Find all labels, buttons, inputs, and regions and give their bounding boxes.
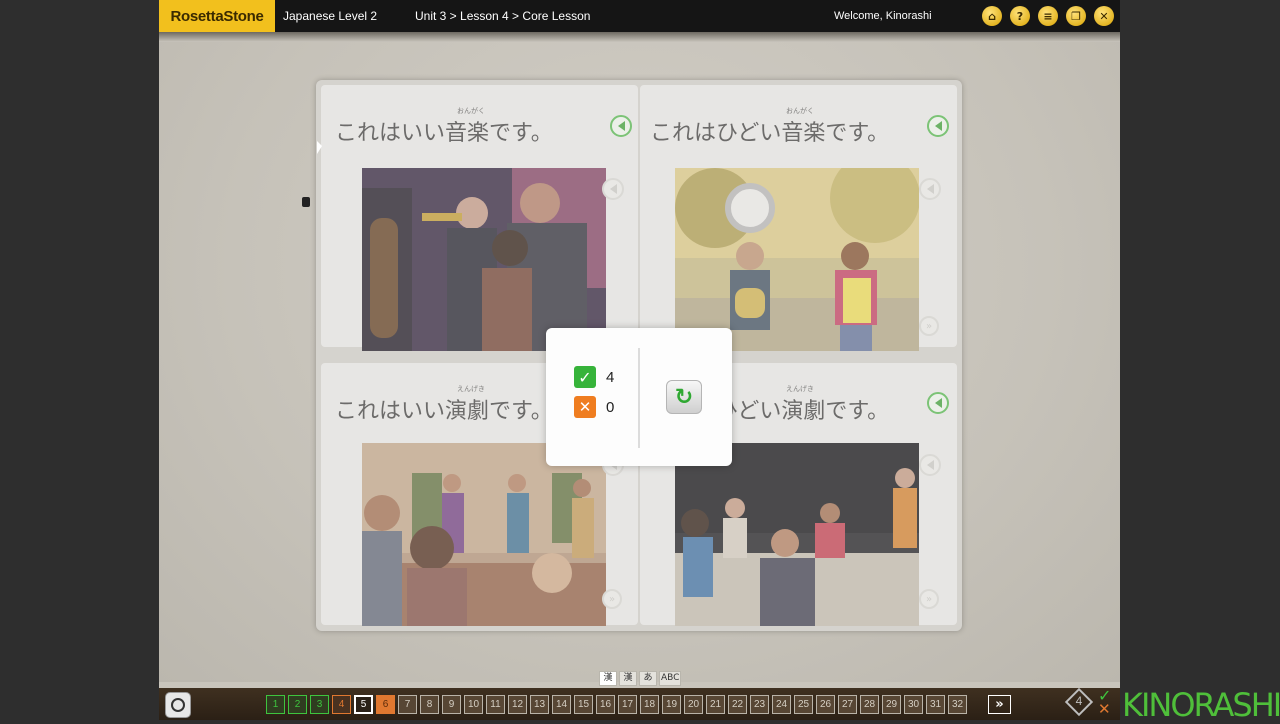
- screen-page-17[interactable]: 17: [618, 695, 637, 714]
- screen-page-1[interactable]: 1: [266, 695, 285, 714]
- breadcrumb: Unit 3 > Lesson 4 > Core Lesson: [415, 9, 591, 23]
- script-kana-button[interactable]: あ: [639, 671, 657, 686]
- next-screen-button[interactable]: »: [988, 695, 1011, 714]
- card-sentence: これはいい音楽です。: [335, 121, 553, 146]
- screen-page-8[interactable]: 8: [420, 695, 439, 714]
- incorrect-count: 0: [606, 399, 615, 416]
- screen-page-15[interactable]: 15: [574, 695, 593, 714]
- screen-page-24[interactable]: 24: [772, 695, 791, 714]
- refresh-icon: ↻: [674, 384, 694, 410]
- hand-cursor-icon: [302, 197, 310, 207]
- answer-card-2[interactable]: おんがく これはひどい音楽です。 »: [640, 85, 957, 351]
- x-icon: ✕: [1098, 700, 1111, 718]
- speaker-icon[interactable]: [602, 178, 624, 200]
- script-kanji-furigana-button[interactable]: 漢: [599, 671, 617, 686]
- dialog-divider: [638, 348, 640, 448]
- theater-bad-photo: [675, 443, 919, 626]
- course-title: Japanese Level 2: [283, 9, 378, 23]
- screen-page-4[interactable]: 4: [332, 695, 351, 714]
- brand-watermark: KINORASHI: [1122, 686, 1280, 724]
- retry-button[interactable]: ↻: [666, 380, 702, 414]
- top-bar: RosettaStone Japanese Level 2 Unit 3 > L…: [159, 0, 1120, 32]
- speaker-icon[interactable]: [610, 115, 632, 137]
- answer-card-1[interactable]: おんがく これはいい音楽です。: [321, 85, 638, 351]
- result-dialog: ✓ 4 ✕ 0 ↻: [546, 328, 732, 466]
- screen-page-19[interactable]: 19: [662, 695, 681, 714]
- screen-page-14[interactable]: 14: [552, 695, 571, 714]
- screen-page-5[interactable]: 5: [354, 695, 373, 714]
- screen-page-27[interactable]: 27: [838, 695, 857, 714]
- script-selector: 漢 漢 あ ABC: [599, 671, 682, 687]
- score-badge: 4: [1075, 694, 1083, 708]
- app-window: RosettaStone Japanese Level 2 Unit 3 > L…: [159, 0, 1120, 720]
- help-icon[interactable]: ?: [1010, 6, 1030, 26]
- next-arrow-icon[interactable]: »: [919, 589, 939, 609]
- screen-page-10[interactable]: 10: [464, 695, 483, 714]
- screen-page-20[interactable]: 20: [684, 695, 703, 714]
- screen-page-31[interactable]: 31: [926, 695, 945, 714]
- screen-navigator: 1 2 3 4 5 6 7 8 9 10 11 12 13 14 15 16 17 18 19 20 21 22 23 24 2…: [266, 695, 967, 714]
- screen-page-22[interactable]: 22: [728, 695, 747, 714]
- script-kanji-button[interactable]: 漢: [619, 671, 637, 686]
- screen-page-28[interactable]: 28: [860, 695, 879, 714]
- speaker-icon[interactable]: [927, 392, 949, 414]
- next-arrow-icon[interactable]: »: [919, 316, 939, 336]
- screen-page-13[interactable]: 13: [530, 695, 549, 714]
- screen-page-23[interactable]: 23: [750, 695, 769, 714]
- correct-count: 4: [606, 369, 615, 386]
- screen-page-3[interactable]: 3: [310, 695, 329, 714]
- menu-list-icon[interactable]: ≡: [1038, 6, 1058, 26]
- close-icon[interactable]: ✕: [1094, 6, 1114, 26]
- screen-page-29[interactable]: 29: [882, 695, 901, 714]
- correct-check-icon: ✓: [574, 366, 596, 388]
- welcome-text: Welcome, Kinorashi: [834, 10, 932, 22]
- screen-page-12[interactable]: 12: [508, 695, 527, 714]
- screen-page-11[interactable]: 11: [486, 695, 505, 714]
- bottom-bar: 1 2 3 4 5 6 7 8 9 10 11 12 13 14 15 16 17 18 19 20 21 22 23 24 2…: [159, 688, 1120, 720]
- card-sentence: これはひどい音楽です。: [650, 121, 890, 146]
- home-icon[interactable]: ⌂: [982, 6, 1002, 26]
- speaker-icon[interactable]: [919, 454, 941, 476]
- header-divider: [159, 32, 1120, 42]
- next-arrow-icon[interactable]: »: [602, 589, 622, 609]
- screen-page-9[interactable]: 9: [442, 695, 461, 714]
- card-sentence: これはいい演劇です。: [335, 399, 553, 424]
- screen-page-32[interactable]: 32: [948, 695, 967, 714]
- screen-page-16[interactable]: 16: [596, 695, 615, 714]
- incorrect-x-icon: ✕: [574, 396, 596, 418]
- screen-page-7[interactable]: 7: [398, 695, 417, 714]
- screen-page-18[interactable]: 18: [640, 695, 659, 714]
- zoom-magnifier-icon[interactable]: [165, 692, 191, 718]
- screen-page-2[interactable]: 2: [288, 695, 307, 714]
- screen-page-25[interactable]: 25: [794, 695, 813, 714]
- speaker-icon[interactable]: [927, 115, 949, 137]
- theater-good-photo: [362, 443, 606, 626]
- speaker-icon[interactable]: [919, 178, 941, 200]
- window-icon[interactable]: ❐: [1066, 6, 1086, 26]
- rosetta-stone-logo: RosettaStone: [159, 0, 275, 32]
- music-bad-photo: [675, 168, 919, 351]
- mouse-pointer-icon: [317, 141, 322, 154]
- screen-page-30[interactable]: 30: [904, 695, 923, 714]
- screen-page-21[interactable]: 21: [706, 695, 725, 714]
- script-romaji-button[interactable]: ABC: [659, 671, 682, 686]
- screen-page-26[interactable]: 26: [816, 695, 835, 714]
- screen-page-6[interactable]: 6: [376, 695, 395, 714]
- music-good-photo: [362, 168, 606, 351]
